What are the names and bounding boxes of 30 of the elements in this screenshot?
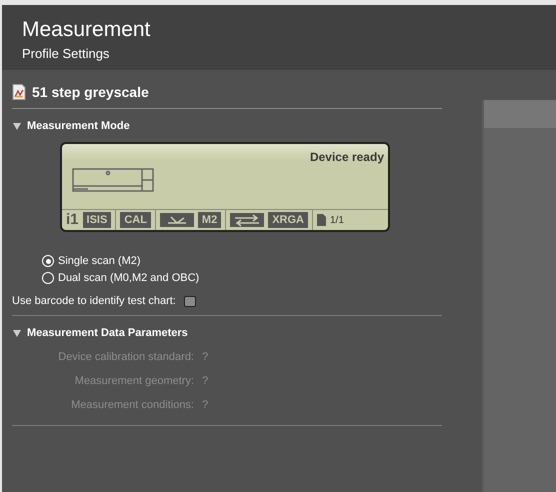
radio-label: Single scan (M2) (58, 255, 141, 267)
device-status: Device ready (310, 150, 384, 165)
mode-label: XRGA (268, 212, 308, 228)
barcode-checkbox[interactable] (184, 296, 196, 306)
chart-document-icon (12, 84, 26, 100)
page-count: 1/1 (330, 214, 344, 226)
barcode-label: Use barcode to identify test chart: (12, 295, 176, 307)
document-title: 51 step greyscale (32, 84, 149, 100)
parameter-label: Measurement geometry: (74, 375, 194, 387)
disclosure-triangle-icon[interactable] (12, 121, 22, 131)
mode-label: ISIS (82, 212, 112, 228)
mode-label: CAL (120, 212, 151, 228)
section-heading: Measurement Data Parameters (27, 327, 188, 339)
parameter-value: ? (202, 399, 208, 411)
page-icon (316, 214, 326, 226)
radio-label: Dual scan (M0,M2 and OBC) (58, 272, 200, 284)
section-heading: Measurement Mode (27, 120, 130, 132)
mode-label: M2 (198, 212, 222, 228)
parameter-value: ? (202, 351, 208, 363)
page-title: Measurement (22, 17, 150, 43)
radio-button[interactable] (42, 272, 54, 284)
scanner-icon (72, 168, 154, 192)
swap-arrows-icon (230, 213, 264, 227)
parameter-label: Device calibration standard: (57, 351, 194, 363)
page-subtitle: Profile Settings (22, 45, 110, 62)
radio-button[interactable] (42, 255, 54, 267)
device-logo: i1 (66, 212, 79, 228)
parameter-label: Measurement conditions: (70, 399, 194, 411)
parameter-value: ? (202, 375, 208, 387)
disclosure-triangle-icon[interactable] (12, 328, 22, 338)
